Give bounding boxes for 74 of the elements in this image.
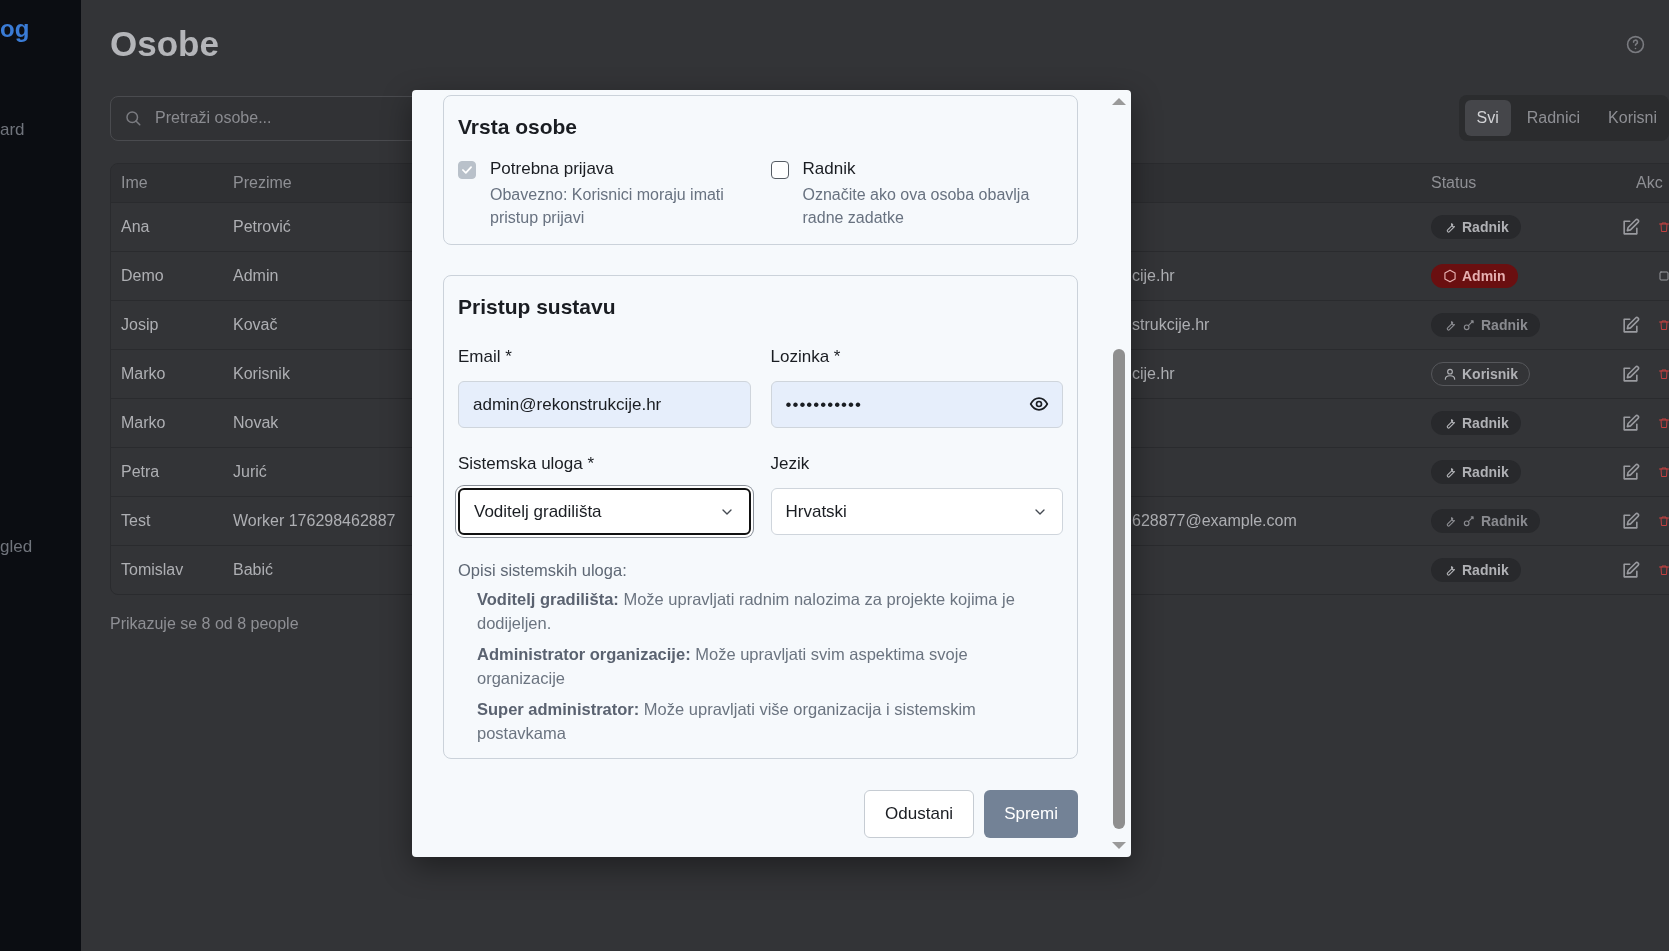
select-field[interactable]: Hrvatski [770, 488, 1063, 535]
edit-icon[interactable] [1621, 511, 1640, 531]
key-icon [1462, 514, 1476, 528]
table-cell: Ana [121, 218, 150, 235]
password-field[interactable]: ••••••••••• [770, 381, 1063, 428]
table-cell: Admin [233, 267, 279, 284]
role-description: Super administrator: Može upravljati više organizacija i sistemskim postavkama [477, 699, 977, 744]
roles-heading: Opisi sistemskih uloga: [458, 561, 628, 580]
select-field[interactable]: Voditelj gradilišta [458, 488, 751, 535]
role-description: Voditelj gradilišta: Može upravljati radnim nalozima za projekte kojima je dodijeljen. [477, 589, 1016, 634]
table-cell: cije.hr [1132, 365, 1175, 382]
column-header: Prezime [233, 174, 292, 191]
field-label: Sistemska uloga * [458, 454, 596, 474]
table-cell: Test [121, 512, 151, 529]
table-cell: Kovač [233, 316, 278, 333]
table-cell: Babić [233, 561, 274, 578]
hexagon-icon [1443, 269, 1457, 283]
eye-icon[interactable] [1029, 394, 1049, 414]
checkbox[interactable] [770, 161, 789, 179]
filter-tab[interactable]: Radnici [1514, 100, 1593, 136]
sidebar-item[interactable]: ard [0, 120, 25, 140]
page-title: Osobe [110, 24, 219, 64]
results-count: Prikazuje se 8 od 8 people [110, 615, 299, 633]
status-badge: Radnik [1431, 509, 1540, 533]
status-badge: Radnik [1431, 411, 1521, 435]
table-cell: Demo [121, 267, 164, 284]
table-cell: Josip [121, 316, 159, 333]
table-cell: Jurić [233, 463, 267, 480]
table-cell: Tomislav [121, 561, 184, 578]
status-badge: Admin [1431, 264, 1518, 288]
save-button[interactable]: Spremi [984, 790, 1078, 838]
checkmark-icon [460, 163, 474, 177]
checkbox-label: Radnik [802, 159, 857, 179]
table-cell: Petra [121, 463, 160, 480]
sidebar-item[interactable]: gled [0, 537, 33, 557]
edit-icon[interactable] [1621, 364, 1640, 384]
input-field[interactable]: admin@rekonstrukcije.hr [458, 381, 751, 428]
role-description: Administrator organizacije: Može upravljati svim aspektima svoje organizacije [477, 644, 969, 689]
brand-logo-text: og [0, 15, 30, 43]
search-icon [124, 108, 142, 127]
table-cell: Worker 176298462887 [233, 512, 396, 529]
edit-icon[interactable] [1621, 462, 1640, 482]
status-badge: Radnik [1431, 313, 1540, 337]
table-cell: Novak [233, 414, 279, 431]
column-header: Status [1431, 174, 1477, 191]
edit-icon[interactable] [1621, 413, 1640, 433]
table-cell: strukcije.hr [1132, 316, 1210, 333]
column-header: Ime [121, 174, 148, 191]
status-badge: Radnik [1431, 558, 1521, 582]
section-title: Pristup sustavu [458, 295, 617, 319]
field-label: Jezik [770, 454, 811, 474]
table-cell: 628877@example.com [1132, 512, 1297, 529]
table-cell: Marko [121, 365, 166, 382]
help-icon[interactable] [1626, 34, 1645, 54]
field-label: Email * [458, 347, 513, 367]
edit-icon[interactable] [1621, 560, 1640, 580]
status-badge: Radnik [1431, 215, 1521, 239]
field-label: Lozinka * [770, 347, 842, 367]
filter-tab[interactable]: Svi [1464, 100, 1511, 136]
cancel-button[interactable]: Odustani [864, 790, 975, 838]
user-icon [1443, 367, 1457, 381]
status-badge: Radnik [1431, 460, 1521, 484]
checkbox-label: Potrebna prijava [490, 159, 615, 179]
table-cell: Petrović [233, 218, 291, 235]
column-header: Akc [1636, 174, 1663, 191]
filter-tab[interactable]: Korisni [1596, 100, 1669, 136]
checkbox-description: Obavezno: Korisnici moraju imati pristup prijavi [490, 185, 725, 228]
edit-icon[interactable] [1621, 315, 1640, 335]
table-cell: cije.hr [1132, 267, 1175, 284]
checkbox-description: Označite ako ova osoba obavlja radne zadatke [802, 185, 1031, 228]
edit-icon[interactable] [1621, 217, 1640, 237]
key-icon [1462, 318, 1476, 332]
table-cell: Korisnik [233, 365, 290, 382]
table-cell: Marko [121, 414, 166, 431]
